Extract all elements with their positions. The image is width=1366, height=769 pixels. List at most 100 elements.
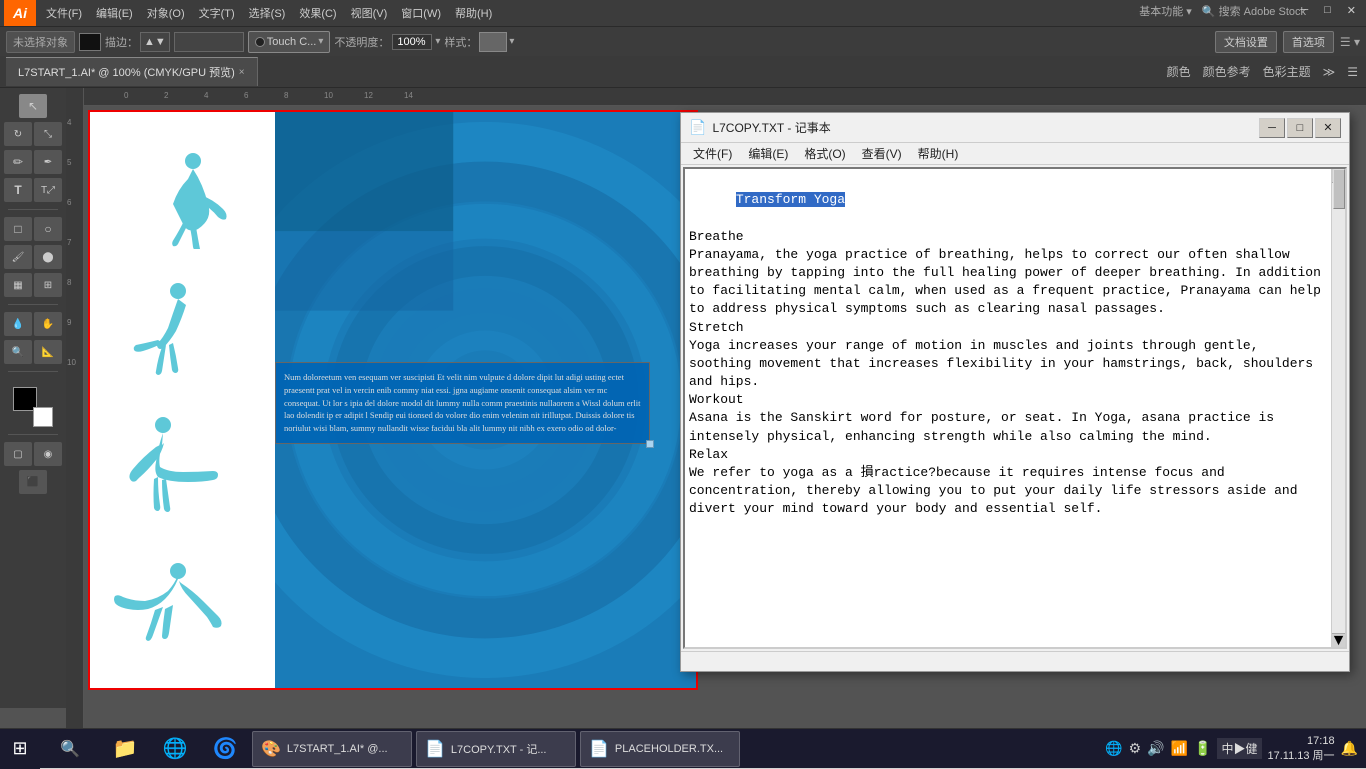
taskbar-notepad-app[interactable]: 📄 L7COPY.TXT - 记...	[416, 731, 576, 767]
notepad-menu-view[interactable]: 查看(V)	[854, 143, 910, 164]
rect-tool[interactable]: □	[4, 217, 32, 241]
measure-tool[interactable]: 📐	[34, 340, 62, 364]
touch-label: Touch C...	[267, 36, 317, 48]
ime-indicator[interactable]: 中▶健	[1217, 738, 1261, 759]
mesh-tool[interactable]: ⊞	[34, 273, 62, 297]
notepad-close-btn[interactable]: ✕	[1315, 118, 1341, 138]
tray-icon-1[interactable]: 🌐	[1105, 740, 1122, 757]
text-anchor-handle[interactable]	[646, 440, 654, 448]
active-tab[interactable]: L7START_1.AI* @ 100% (CMYK/GPU 预览) ×	[6, 57, 258, 86]
type-tools: T T⤢	[4, 178, 62, 202]
notepad-scrollbar[interactable]: ▲ ▼	[1331, 169, 1345, 647]
taskbar-illustrator-app[interactable]: 🎨 L7START_1.AI* @...	[252, 731, 412, 767]
pencil-tool[interactable]: ✒	[34, 150, 62, 174]
close-btn[interactable]: ✕	[1341, 2, 1362, 19]
draw-tools: ✏ ✒	[4, 150, 62, 174]
search-stock-btn[interactable]: 🔍 搜索 Adobe Stock	[1202, 3, 1306, 19]
menu-select[interactable]: 选择(S)	[243, 3, 292, 23]
browser-icon: 🌀	[213, 736, 238, 761]
taskbar-placeholder-app[interactable]: 📄 PLACEHOLDER.TX...	[580, 731, 740, 767]
yoga-figure-3	[118, 417, 248, 527]
panel-expand-icon[interactable]: ≫	[1321, 63, 1338, 81]
tray-icon-5[interactable]: 🔋	[1194, 740, 1211, 757]
preferences-button[interactable]: 首选项	[1283, 31, 1334, 53]
scroll-down-btn[interactable]: ▼	[1332, 633, 1345, 647]
color-ref-panel-tab[interactable]: 颜色参考	[1201, 61, 1253, 82]
style-dropdown-icon[interactable]: ▾	[509, 36, 514, 47]
yoga-figure-2	[118, 283, 248, 383]
stroke-value[interactable]: ▲▼	[140, 32, 170, 52]
tray-icon-4[interactable]: 📶	[1171, 740, 1188, 757]
notepad-window-icon: 📄	[689, 119, 706, 136]
brush-tool[interactable]: 🖌	[4, 245, 32, 269]
preview-view[interactable]: ◉	[34, 442, 62, 466]
opacity-label: 不透明度：	[334, 34, 389, 50]
taskbar-search-btn[interactable]: 🔍	[40, 729, 100, 769]
style-label: 样式：	[444, 34, 477, 50]
notepad-menu-edit[interactable]: 编辑(E)	[740, 143, 796, 164]
notifications-icon[interactable]: 🔔	[1341, 740, 1358, 757]
color-panel-tab[interactable]: 颜色	[1165, 61, 1193, 82]
pen-tool[interactable]: ✏	[4, 150, 32, 174]
ellipse-tool[interactable]: ○	[34, 217, 62, 241]
type-area-tool[interactable]: T⤢	[34, 178, 62, 202]
tray-icon-3[interactable]: 🔊	[1147, 740, 1164, 757]
opacity-dropdown-icon[interactable]: ▾	[435, 36, 440, 47]
menu-window[interactable]: 窗口(W)	[395, 3, 447, 23]
gradient-bar[interactable]	[174, 32, 244, 52]
yoga-figure-4	[103, 561, 263, 651]
zoom-tool[interactable]: 🔍	[4, 340, 32, 364]
scale-tool[interactable]: ⤡	[34, 122, 62, 146]
menu-help[interactable]: 帮助(H)	[449, 3, 498, 23]
zoom-tools: 🔍 📐	[4, 340, 62, 364]
taskbar-time[interactable]: 17:18 17.11.13 周一	[1268, 735, 1335, 763]
notepad-menu-format[interactable]: 格式(O)	[796, 143, 853, 164]
notepad-content-area[interactable]: Transform Yoga Breathe Pranayama, the yo…	[683, 167, 1347, 649]
change-screen-mode[interactable]: ⬛	[19, 470, 47, 494]
yoga-figure-1	[118, 149, 248, 249]
eyedropper-tool[interactable]: 💧	[4, 312, 32, 336]
fill-color-box[interactable]	[79, 33, 101, 51]
menu-object[interactable]: 对象(O)	[141, 3, 191, 23]
menu-view[interactable]: 视图(V)	[345, 3, 394, 23]
taskbar-edge[interactable]: 🌐	[150, 729, 200, 769]
ai-menubar: Ai 文件(F) 编辑(E) 对象(O) 文字(T) 选择(S) 效果(C) 视…	[0, 0, 1366, 26]
tab-close-icon[interactable]: ×	[239, 67, 245, 78]
ai-toolbar: 未选择对象 描边： ▲▼ Touch C... ▾ 不透明度： 100% ▾ 样…	[0, 26, 1366, 56]
blob-brush-tool[interactable]: ⬤	[34, 245, 62, 269]
start-button[interactable]: ⊞	[0, 729, 40, 769]
menu-edit[interactable]: 编辑(E)	[90, 3, 139, 23]
notepad-maximize-btn[interactable]: □	[1287, 118, 1313, 138]
notepad-menu-help[interactable]: 帮助(H)	[910, 143, 967, 164]
opacity-value[interactable]: 100%	[392, 34, 432, 50]
style-preview[interactable]	[479, 32, 507, 52]
design-canvas: Num doloreetum ven esequam ver suscipist…	[88, 110, 698, 690]
notepad-menu-file[interactable]: 文件(F)	[685, 143, 740, 164]
taskbar-file-explorer[interactable]: 📁	[100, 729, 150, 769]
scroll-thumb[interactable]	[1333, 169, 1345, 209]
maximize-btn[interactable]: □	[1318, 2, 1337, 19]
menu-file[interactable]: 文件(F)	[40, 3, 88, 23]
menu-text[interactable]: 文字(T)	[193, 3, 241, 23]
menu-effect[interactable]: 效果(C)	[293, 3, 342, 23]
normal-view[interactable]: ▢	[4, 442, 32, 466]
rotate-tool[interactable]: ↻	[4, 122, 32, 146]
type-tool[interactable]: T	[4, 178, 32, 202]
taskbar: ⊞ 🔍 📁 🌐 🌀 🎨 L7START_1.AI* @... 📄 L7COPY.…	[0, 728, 1366, 768]
touch-brush-btn[interactable]: Touch C... ▾	[248, 31, 331, 53]
color-theme-panel-tab[interactable]: 色彩主题	[1261, 61, 1313, 82]
gradient-tool[interactable]: ▦	[4, 273, 32, 297]
taskbar-browser[interactable]: 🌀	[200, 729, 250, 769]
tray-icon-2[interactable]: ⚙	[1129, 740, 1142, 757]
select-tool[interactable]: ↖	[19, 94, 47, 118]
basic-function-btn[interactable]: 基本功能 ▾	[1139, 3, 1192, 19]
panel-menu-icon[interactable]: ☰	[1345, 63, 1360, 81]
stroke-color[interactable]	[33, 407, 53, 427]
edge-icon: 🌐	[163, 736, 188, 761]
notepad-minimize-btn[interactable]: ─	[1259, 118, 1285, 138]
toolbar-extra-btn[interactable]: ☰ ▾	[1340, 35, 1360, 49]
touch-dropdown-icon[interactable]: ▾	[318, 36, 323, 47]
hand-tool[interactable]: ✋	[34, 312, 62, 336]
doc-settings-button[interactable]: 文档设置	[1215, 31, 1277, 53]
minimize-btn[interactable]: ─	[1294, 2, 1314, 19]
